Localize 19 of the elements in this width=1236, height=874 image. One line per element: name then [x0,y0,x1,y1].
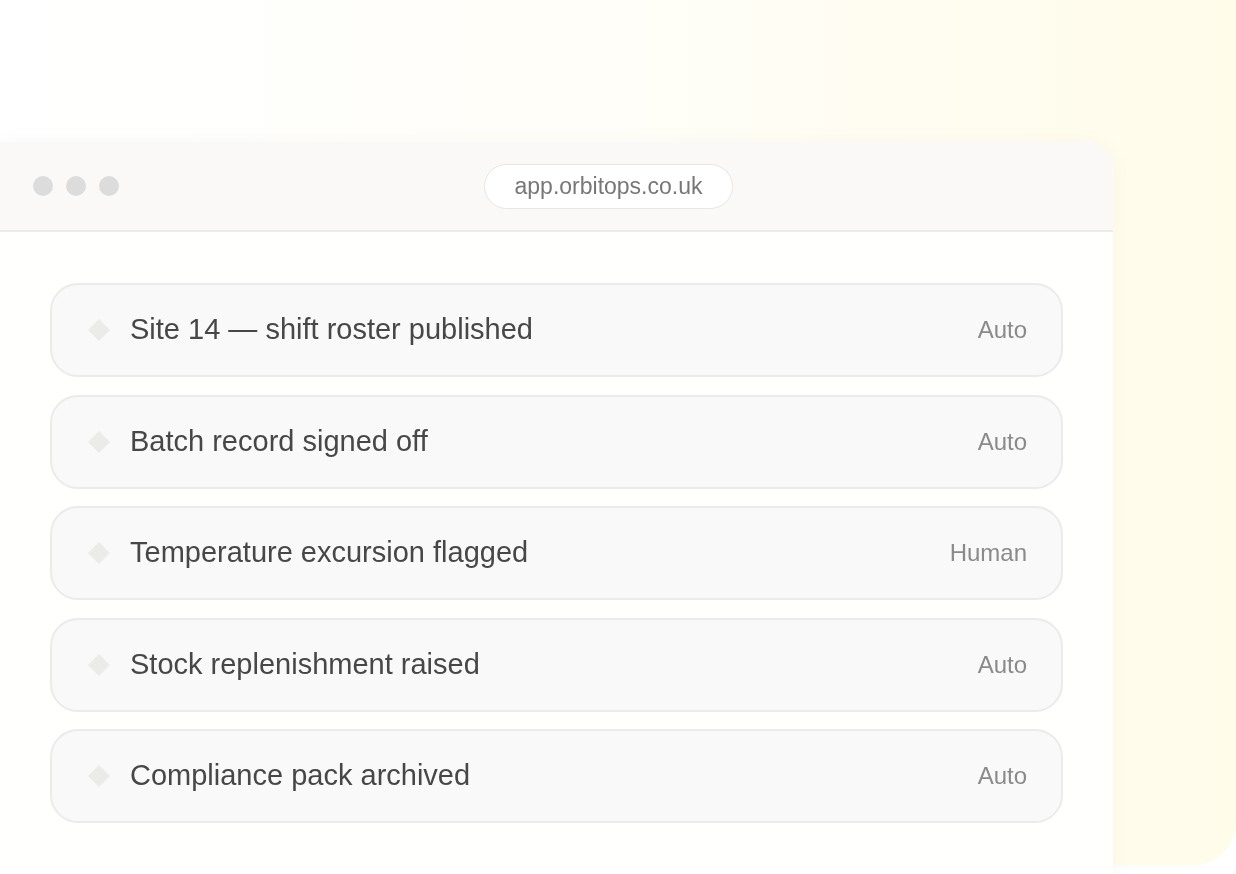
activity-row[interactable]: Compliance pack archived Auto [50,729,1063,823]
window-dot-icon [99,176,119,196]
activity-row[interactable]: Stock replenishment raised Auto [50,617,1063,712]
activity-title: Temperature excursion flagged [130,535,529,571]
activity-title: Batch record signed off [130,423,428,459]
activity-row[interactable]: Site 14 — shift roster published Auto [50,283,1063,377]
activity-title: Compliance pack archived [130,758,471,794]
url-field[interactable]: app.orbitops.co.uk [484,164,733,209]
activity-title: Site 14 — shift roster published [130,312,533,348]
mode-label: Auto [977,649,1027,680]
window-dot-icon [33,176,53,196]
activity-title: Stock replenishment raised [130,646,480,682]
mode-label: Auto [977,426,1027,457]
mode-label: Auto [977,761,1027,791]
mode-label: Human [949,538,1027,568]
activity-row[interactable]: Temperature excursion flagged Human [50,506,1063,600]
window-dot-icon [66,176,86,196]
mode-label: Auto [977,315,1027,345]
activity-row[interactable]: Batch record signed off Auto [50,394,1063,489]
